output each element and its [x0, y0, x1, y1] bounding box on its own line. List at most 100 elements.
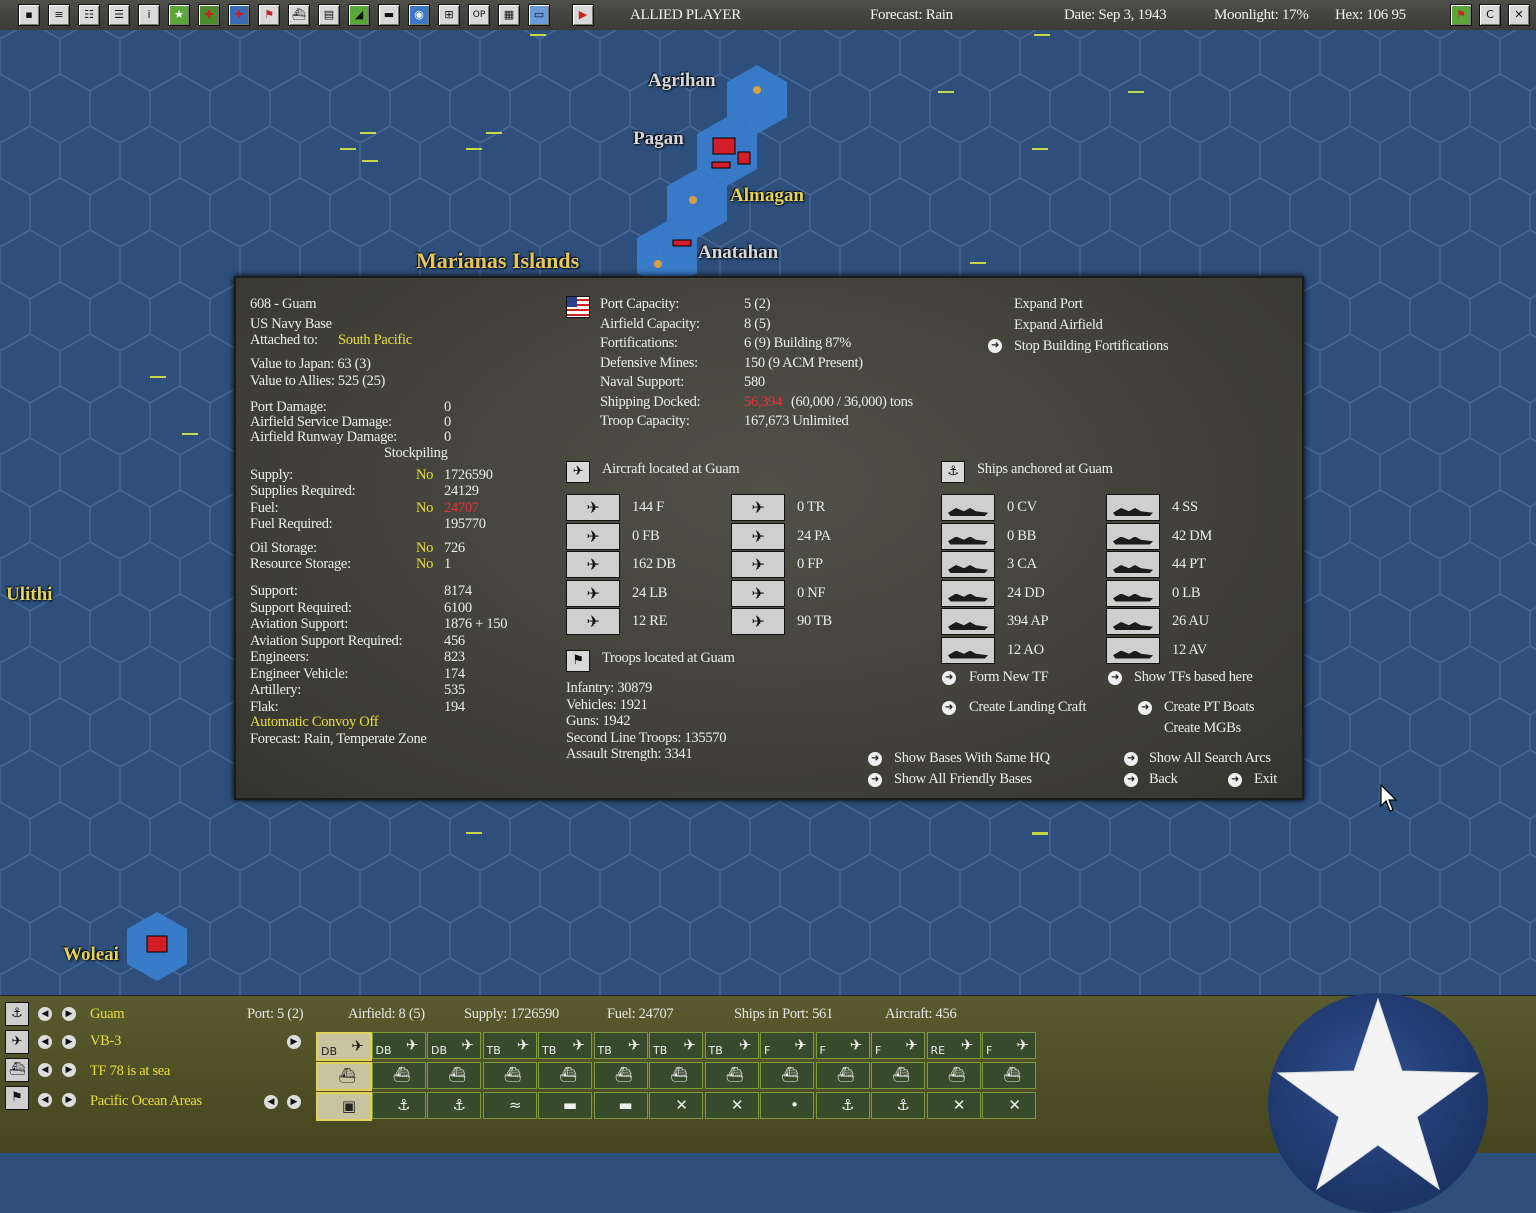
airgroup-slot[interactable]: TB ✈ — [593, 1032, 648, 1059]
ship-slot[interactable]: ⛴ — [482, 1062, 537, 1089]
ship-slot[interactable]: ⛴ — [760, 1062, 814, 1089]
ship-slot[interactable]: ⛴ — [316, 1062, 372, 1091]
ship-type-icon[interactable] — [1106, 579, 1160, 607]
land-unit-slot[interactable]: ✕ — [649, 1092, 703, 1119]
ship-type-icon[interactable] — [941, 636, 995, 664]
airgroup-slot[interactable]: TB ✈ — [704, 1032, 759, 1059]
stockpiling-label[interactable]: Stockpiling — [384, 445, 448, 462]
star-icon[interactable]: ★ — [168, 4, 190, 26]
aircraft-type-icon[interactable]: ✈ — [566, 608, 620, 635]
prev-arrow-icon[interactable]: ◀ — [38, 1063, 52, 1077]
form-new-tf-button[interactable]: Form New TF — [969, 669, 1049, 686]
supply-flag[interactable]: No — [416, 467, 433, 484]
show-same-hq-button[interactable]: Show Bases With Same HQ — [894, 750, 1050, 767]
attached-hq-link[interactable]: South Pacific — [338, 332, 412, 349]
ship-slot[interactable]: ⛴ — [982, 1062, 1036, 1089]
op-icon[interactable]: OP — [468, 4, 490, 26]
ship-type-icon[interactable] — [941, 608, 995, 635]
ship-type-icon[interactable] — [1106, 494, 1160, 521]
aircraft-type-icon[interactable]: ✈ — [566, 551, 620, 578]
next-arrow-icon[interactable]: ▶ — [62, 1063, 76, 1077]
next-arrow-icon[interactable]: ▶ — [287, 1095, 301, 1109]
aircraft-type-icon[interactable]: ✈ — [731, 579, 785, 607]
airgroup-slot[interactable]: TB ✈ — [538, 1032, 592, 1059]
review-icon[interactable]: ☷ — [78, 4, 100, 26]
aircraft-type-icon[interactable]: ✈ — [566, 494, 620, 521]
land-unit-slot[interactable]: ⚓ — [371, 1092, 426, 1119]
aircraft-type-icon[interactable]: ✈ — [566, 579, 620, 607]
land-unit-slot[interactable]: ▬ — [593, 1092, 648, 1119]
land-unit-slot[interactable]: ▣ — [316, 1092, 372, 1121]
exit-button[interactable]: Exit — [1254, 771, 1277, 788]
automatic-convoy-toggle[interactable]: Automatic Convoy Off — [250, 714, 379, 731]
convoy-icon[interactable]: ▬ — [378, 4, 400, 26]
create-mgbs-button[interactable]: Create MGBs — [1164, 720, 1241, 737]
globe-icon[interactable]: ◉ — [408, 4, 430, 26]
land-unit-slot[interactable]: ✕ — [982, 1092, 1036, 1119]
next-arrow-icon[interactable]: ▶ — [62, 1093, 76, 1107]
grid-icon[interactable]: ⊞ — [438, 4, 460, 26]
ship-icon[interactable]: ⛴ — [288, 4, 310, 26]
report-icon[interactable]: ≡ — [48, 4, 70, 26]
selected-tf-link[interactable]: TF 78 is at sea — [90, 1063, 170, 1080]
airgroup-slot[interactable]: F ✈ — [760, 1032, 814, 1059]
airgroup-slot[interactable]: TB ✈ — [482, 1032, 537, 1059]
airgroup-slot[interactable]: DB ✈ — [427, 1032, 481, 1059]
selected-base-link[interactable]: Guam — [90, 1006, 125, 1023]
ship-type-icon[interactable] — [1106, 608, 1160, 635]
aircraft-icon[interactable]: ✚ — [198, 4, 220, 26]
ship-type-icon[interactable] — [941, 579, 995, 607]
land-unit-slot[interactable]: ⚓ — [427, 1092, 481, 1119]
prev-arrow-icon[interactable]: ◀ — [38, 1035, 52, 1049]
chart-icon[interactable]: ◢ — [348, 4, 370, 26]
ship-slot[interactable]: ⛴ — [926, 1062, 981, 1089]
close-icon[interactable]: ✕ — [1508, 4, 1530, 26]
land-unit-slot[interactable]: ✕ — [926, 1092, 981, 1119]
ship-type-icon[interactable] — [1106, 636, 1160, 664]
create-pt-boats-button[interactable]: Create PT Boats — [1164, 699, 1255, 716]
airgroup-slot[interactable]: F ✈ — [815, 1032, 870, 1059]
ship-slot[interactable]: ⛴ — [371, 1062, 426, 1089]
ship-type-icon[interactable] — [1106, 551, 1160, 578]
ship-type-icon[interactable] — [1106, 522, 1160, 550]
selected-airgroup-link[interactable]: VB-3 — [90, 1033, 121, 1050]
prev-arrow-icon[interactable]: ◀ — [38, 1007, 52, 1021]
show-search-arcs-button[interactable]: Show All Search Arcs — [1149, 750, 1271, 767]
land-unit-slot[interactable]: ✕ — [704, 1092, 759, 1119]
ship-slot[interactable]: ⛴ — [538, 1062, 592, 1089]
ship-slot[interactable]: ⛴ — [593, 1062, 648, 1089]
aircraft-icon[interactable]: ✈ — [5, 1030, 29, 1054]
airgroup-slot[interactable]: F ✈ — [871, 1032, 925, 1059]
info-icon[interactable]: i — [138, 4, 160, 26]
table-icon[interactable]: ▦ — [498, 4, 520, 26]
next-arrow-icon[interactable]: ▶ — [287, 1035, 301, 1049]
info-sheet-icon[interactable]: ▪ — [18, 4, 40, 26]
airgroup-slot[interactable]: DB ✈ — [316, 1032, 372, 1061]
flag-icon[interactable]: ⚑ — [258, 4, 280, 26]
aircraft-type-icon[interactable]: ✈ — [731, 608, 785, 635]
flag-icon[interactable]: ⚑ — [1450, 4, 1472, 26]
aircraft-type-icon[interactable]: ✈ — [731, 551, 785, 578]
anchor-icon[interactable]: ⚓ — [5, 1002, 29, 1026]
selected-command-link[interactable]: Pacific Ocean Areas — [90, 1093, 202, 1110]
ship-slot[interactable]: ⛴ — [815, 1062, 870, 1089]
next-arrow-icon[interactable]: ▶ — [62, 1007, 76, 1021]
prev-arrow-icon[interactable]: ◀ — [38, 1093, 52, 1107]
land-unit-slot[interactable]: ≈ — [482, 1092, 537, 1119]
land-unit-slot[interactable]: • — [760, 1092, 814, 1119]
ship-slot[interactable]: ⛴ — [704, 1062, 759, 1089]
land-unit-slot[interactable]: ▬ — [538, 1092, 592, 1119]
land-unit-slot[interactable]: ⚓ — [871, 1092, 925, 1119]
medical-icon[interactable]: ✚ — [228, 4, 250, 26]
stop-fortifications-button[interactable]: Stop Building Fortifications — [1014, 338, 1169, 355]
aircraft-type-icon[interactable]: ✈ — [566, 522, 620, 550]
land-unit-slot[interactable]: ⚓ — [815, 1092, 870, 1119]
next-arrow-icon[interactable]: ▶ — [62, 1035, 76, 1049]
airgroup-slot[interactable]: F ✈ — [982, 1032, 1036, 1059]
expand-port-button[interactable]: Expand Port — [1014, 296, 1083, 313]
show-friendly-bases-button[interactable]: Show All Friendly Bases — [894, 771, 1032, 788]
ship-type-icon[interactable] — [941, 551, 995, 578]
flag-icon[interactable]: ⚑ — [5, 1086, 29, 1110]
list-icon[interactable]: ☰ — [108, 4, 130, 26]
airgroup-slot[interactable]: TB ✈ — [649, 1032, 703, 1059]
